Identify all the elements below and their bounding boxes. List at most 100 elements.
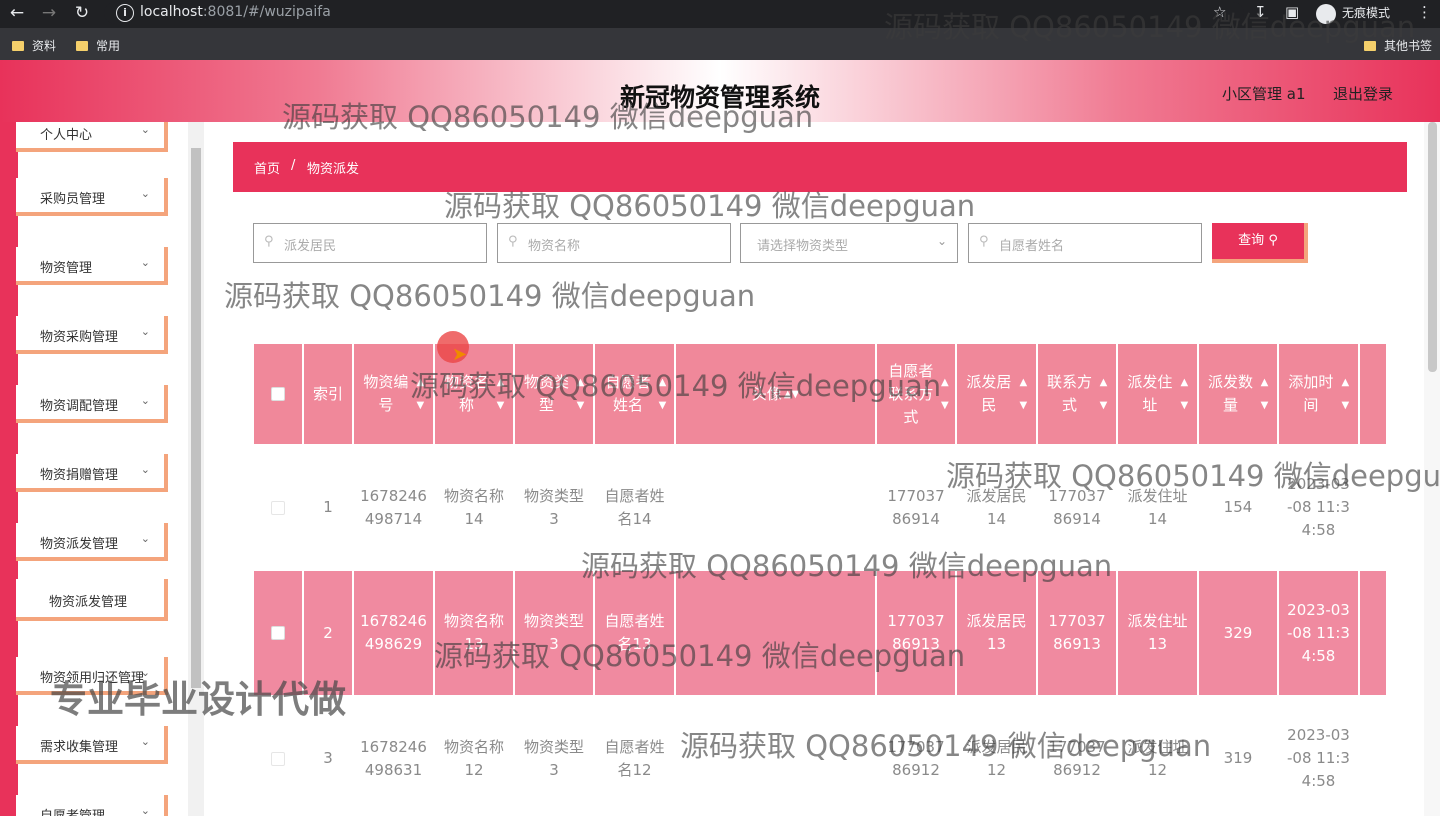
main-scroll-thumb[interactable] bbox=[1428, 122, 1437, 372]
row-checkbox[interactable] bbox=[271, 626, 285, 640]
address-bar[interactable]: i localhost:8081/#/wuzipaifa bbox=[104, 2, 1244, 24]
breadcrumb-home[interactable]: 首页 bbox=[254, 158, 280, 177]
column-header[interactable]: 自愿者姓名 ▲▼ bbox=[595, 344, 676, 444]
current-user: 小区管理 a1 bbox=[1222, 85, 1306, 103]
cell-time: 2023-03-08 11:34:58 bbox=[1279, 444, 1360, 571]
sidebar-item-allocation[interactable]: 物资调配管理 ⌄ bbox=[16, 385, 168, 423]
sidebar-item-personal-center[interactable]: 个人中心 ⌄ bbox=[16, 122, 168, 152]
query-button[interactable]: 查询 ⚲ bbox=[1212, 223, 1308, 263]
chevron-down-icon: ⌄ bbox=[140, 463, 150, 476]
cell-time: 2023-03-08 11:34:58 bbox=[1279, 571, 1360, 695]
sidebar-item-donation[interactable]: 物资捐赠管理 ⌄ bbox=[16, 454, 168, 492]
chevron-down-icon: ⌄ bbox=[140, 256, 150, 269]
cell-resident: 派发居民14 bbox=[957, 444, 1038, 571]
cell-qty: 319 bbox=[1199, 695, 1279, 816]
sidebar-item-distribution[interactable]: 物资派发管理 ⌄ bbox=[16, 523, 168, 561]
sidebar-item-material[interactable]: 物资管理 ⌄ bbox=[16, 247, 168, 285]
bookmark-folder[interactable]: 资料 bbox=[12, 37, 56, 54]
chevron-up-icon: ⌄ bbox=[140, 532, 150, 545]
column-header[interactable]: 派发居民 ▲▼ bbox=[957, 344, 1038, 444]
sidebar-item-purchase[interactable]: 物资采购管理 ⌄ bbox=[16, 316, 168, 354]
search-icon: ⚲ bbox=[979, 234, 989, 249]
cell-phone: 17703786914 bbox=[1038, 444, 1118, 571]
folder-icon bbox=[1364, 41, 1376, 51]
sidepanel-icon[interactable]: ▣ bbox=[1285, 3, 1299, 21]
sidebar-item-volunteer[interactable]: 自愿者管理 ⌄ bbox=[16, 795, 168, 816]
sort-icon: ▲▼ bbox=[1180, 377, 1189, 411]
breadcrumb: 首页 / 物资派发 bbox=[233, 142, 1407, 192]
chevron-down-icon: ⌄ bbox=[140, 325, 150, 338]
cell-phone: 17703786913 bbox=[1038, 571, 1118, 695]
cell-address: 派发住址13 bbox=[1118, 571, 1199, 695]
cell-code: 1678246498629 bbox=[354, 571, 435, 695]
incognito-icon bbox=[1316, 3, 1336, 24]
sidebar-item-label: 物资采购管理 bbox=[40, 330, 119, 345]
sidebar-item-demand[interactable]: 需求收集管理 ⌄ bbox=[16, 726, 168, 764]
cell-volunteer-phone: 17703786914 bbox=[877, 444, 957, 571]
site-info-icon[interactable]: i bbox=[116, 4, 134, 22]
incognito-indicator[interactable]: 无痕模式 bbox=[1316, 2, 1390, 24]
column-header[interactable]: 物资类型 ▲▼ bbox=[515, 344, 595, 444]
folder-icon bbox=[76, 41, 88, 51]
search-icon: ⚲ bbox=[264, 234, 274, 249]
sort-icon: ▲▼ bbox=[1019, 377, 1028, 411]
cell-index: 1 bbox=[304, 444, 354, 571]
star-icon[interactable]: ☆ bbox=[1213, 3, 1226, 21]
column-header[interactable]: 派发住址 ▲▼ bbox=[1118, 344, 1199, 444]
sidebar-item-label: 物资调配管理 bbox=[40, 399, 119, 414]
cell-address: 派发住址12 bbox=[1118, 695, 1199, 816]
column-header[interactable]: 头像 ▲▼ bbox=[676, 344, 877, 444]
reload-icon[interactable]: ↻ bbox=[71, 2, 93, 24]
sort-icon: ▲▼ bbox=[416, 377, 425, 411]
logout-link[interactable]: 退出登录 bbox=[1333, 83, 1393, 104]
column-header[interactable]: 物资编号 ▲▼ bbox=[354, 344, 435, 444]
cell-name: 物资名称14 bbox=[435, 444, 515, 571]
column-header[interactable]: 自愿者联系方式 ▲▼ bbox=[877, 344, 957, 444]
app-title: 新冠物资管理系统 bbox=[619, 83, 820, 112]
cursor-arrow-icon: ➤ bbox=[452, 344, 468, 365]
bookmark-folder[interactable]: 常用 bbox=[76, 37, 120, 54]
select-all-checkbox[interactable] bbox=[271, 387, 285, 401]
chevron-down-icon: ⌄ bbox=[936, 234, 947, 248]
sidebar-item-label: 采购员管理 bbox=[40, 192, 106, 207]
search-icon: ⚲ bbox=[508, 234, 518, 249]
resident-search-input[interactable]: ⚲ 派发居民 bbox=[253, 223, 487, 263]
browser-toolbar: ← → ↻ i localhost:8081/#/wuzipaifa ☆ ↧ ▣… bbox=[0, 0, 1440, 28]
column-header[interactable]: 联系方式 ▲▼ bbox=[1038, 344, 1118, 444]
cell-type: 物资类型3 bbox=[515, 444, 595, 571]
chevron-down-icon: ⌄ bbox=[140, 187, 150, 200]
sidebar-item-buyer[interactable]: 采购员管理 ⌄ bbox=[16, 178, 168, 216]
table-row[interactable]: 2 1678246498629 物资名称13 物资类型3 自愿者姓名13 177… bbox=[254, 571, 1386, 695]
column-header[interactable]: 添加时间 ▲▼ bbox=[1279, 344, 1360, 444]
sidebar-item-label: 物资管理 bbox=[40, 261, 93, 276]
sort-icon: ▲▼ bbox=[1260, 377, 1269, 411]
column-header[interactable]: 派发数量 ▲▼ bbox=[1199, 344, 1279, 444]
cell-time: 2023-03-08 11:34:58 bbox=[1279, 695, 1360, 816]
sort-icon: ▲▼ bbox=[658, 377, 667, 411]
row-checkbox[interactable] bbox=[271, 500, 285, 515]
back-icon[interactable]: ← bbox=[6, 2, 28, 24]
cell-avatar bbox=[676, 571, 877, 695]
sidebar-subitem-distribution[interactable]: 物资派发管理 bbox=[16, 579, 168, 621]
row-checkbox[interactable] bbox=[271, 751, 285, 766]
table-row[interactable]: 3 1678246498631 物资名称12 物资类型3 自愿者姓名12 177… bbox=[254, 695, 1386, 816]
download-icon[interactable]: ↧ bbox=[1254, 3, 1267, 21]
table-row[interactable]: 1 1678246498714 物资名称14 物资类型3 自愿者姓名14 177… bbox=[254, 444, 1386, 571]
cell-volunteer-phone: 17703786912 bbox=[877, 695, 957, 816]
chevron-down-icon: ⌄ bbox=[140, 804, 150, 816]
cell-volunteer-phone: 17703786913 bbox=[877, 571, 957, 695]
volunteer-search-input[interactable]: ⚲ 自愿者姓名 bbox=[968, 223, 1202, 263]
cell-volunteer: 自愿者姓名12 bbox=[595, 695, 676, 816]
forward-icon[interactable]: → bbox=[38, 2, 60, 24]
input-placeholder: 派发居民 bbox=[284, 239, 337, 254]
folder-icon bbox=[12, 41, 24, 51]
sidebar-item-label: 物资捐赠管理 bbox=[40, 468, 119, 483]
menu-icon[interactable]: ⋮ bbox=[1417, 3, 1432, 21]
sidebar-scroll-thumb[interactable] bbox=[191, 148, 201, 688]
other-bookmarks[interactable]: 其他书签 bbox=[1364, 37, 1432, 54]
type-select[interactable]: 请选择物资类型 ⌄ bbox=[740, 223, 958, 263]
column-header: 索引 bbox=[304, 344, 354, 444]
sidebar-item-label: 需求收集管理 bbox=[40, 740, 119, 755]
cell-code: 1678246498714 bbox=[354, 444, 435, 571]
name-search-input[interactable]: ⚲ 物资名称 bbox=[497, 223, 731, 263]
